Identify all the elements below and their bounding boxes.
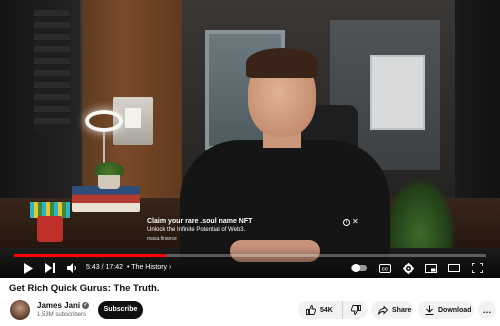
more-actions-button[interactable]: … — [478, 301, 496, 319]
overlay-ad[interactable]: Claim your rare .soul name NFT Unlock th… — [147, 217, 360, 248]
play-icon[interactable] — [22, 262, 34, 274]
red-mug — [37, 216, 63, 242]
youtube-watch-page: Claim your rare .soul name NFT Unlock th… — [0, 0, 500, 326]
verified-check-icon: ✓ — [82, 302, 90, 310]
chapter-button[interactable]: • The History › — [127, 262, 171, 274]
book-stack — [72, 186, 140, 212]
ring-light — [85, 110, 123, 132]
acoustic-foam — [34, 10, 70, 130]
theater-mode-icon[interactable] — [448, 262, 460, 274]
channel-name-link[interactable]: James Jani ✓ — [37, 301, 90, 310]
more-icon: … — [482, 305, 492, 315]
ad-subtitle: Unlock the Infinite Potential of Web3. — [147, 227, 246, 233]
dislike-button[interactable] — [343, 301, 368, 319]
channel-name: James Jani — [37, 301, 81, 310]
progress-fill — [14, 254, 167, 257]
like-dislike-group: 54K — [298, 301, 368, 319]
video-player[interactable]: Claim your rare .soul name NFT Unlock th… — [0, 0, 500, 278]
video-title: Get Rich Quick Gurus: The Truth. — [9, 283, 160, 294]
chevron-right-icon: › — [169, 264, 172, 271]
scene-whiteboard — [370, 55, 425, 130]
share-button[interactable]: Share — [371, 301, 413, 319]
thumbs-down-icon — [350, 305, 361, 315]
svg-text:CC: CC — [382, 266, 389, 271]
share-icon — [378, 305, 388, 315]
subscribe-button[interactable]: Subscribe — [98, 301, 143, 319]
info-icon[interactable]: i — [343, 219, 350, 226]
fern-plant — [385, 178, 455, 248]
autoplay-toggle-icon[interactable] — [351, 262, 367, 274]
share-label: Share — [392, 306, 412, 314]
download-label: Download — [438, 306, 472, 314]
channel-avatar[interactable] — [10, 300, 30, 320]
fullscreen-icon[interactable] — [471, 262, 483, 274]
gear-icon[interactable] — [402, 262, 414, 274]
ad-title[interactable]: Claim your rare .soul name NFT — [147, 218, 252, 225]
time-display: 5:43 / 17:42 — [86, 264, 123, 271]
thumbs-up-icon — [306, 305, 316, 315]
captions-icon[interactable]: CC — [379, 262, 391, 274]
presenter-hair — [246, 48, 318, 78]
subscriber-count: 1.53M subscribers — [37, 312, 87, 318]
download-icon — [425, 305, 434, 315]
miniplayer-icon[interactable] — [425, 262, 437, 274]
chapter-label: • The History — [127, 264, 168, 271]
volume-icon[interactable] — [66, 262, 78, 274]
ad-domain[interactable]: masa.finance — [147, 236, 177, 242]
like-count: 54K — [320, 306, 333, 314]
download-button[interactable]: Download — [418, 301, 474, 319]
next-icon[interactable] — [44, 262, 56, 274]
like-button[interactable]: 54K — [298, 301, 343, 319]
progress-bar[interactable] — [14, 254, 486, 257]
close-icon[interactable]: ✕ — [352, 217, 359, 227]
